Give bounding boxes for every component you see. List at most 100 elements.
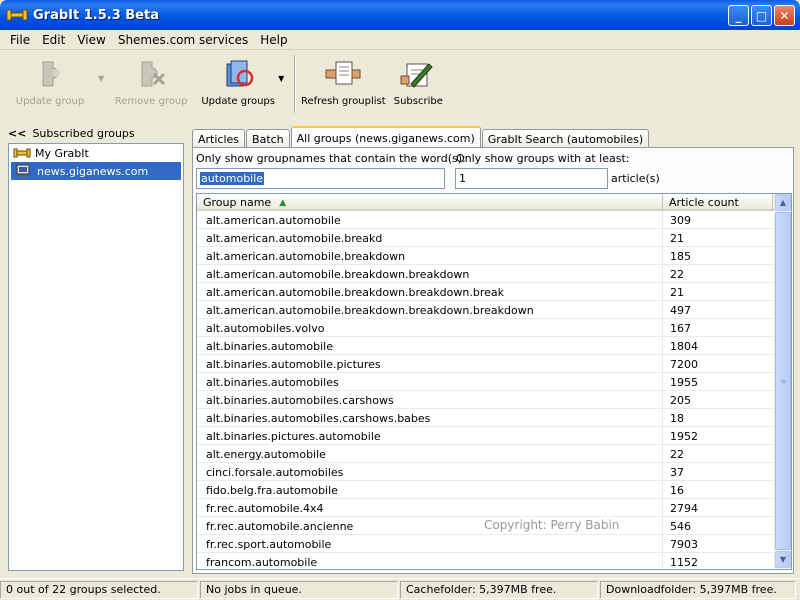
table-row[interactable]: alt.binaries.automobiles.carshows.babes 1… xyxy=(197,409,791,427)
article-count-cell: 22 xyxy=(670,267,684,281)
column-header-group-name[interactable]: Group name ▲ xyxy=(197,194,663,211)
menu-view[interactable]: View xyxy=(71,33,111,47)
article-count-cell: 16 xyxy=(670,483,684,497)
table-row[interactable]: alt.american.automobile.breakdown 185 xyxy=(197,247,791,265)
table-row[interactable]: alt.american.automobile.breakdown.breakd… xyxy=(197,301,791,319)
remove-group-button[interactable]: Remove group xyxy=(110,52,192,116)
group-name-cell: alt.binaries.automobile.pictures xyxy=(197,355,663,373)
groups-table: Group name ▲ Article count alt.american.… xyxy=(196,193,792,570)
close-button[interactable]: ✕ xyxy=(774,5,795,26)
min-articles-value: 1 xyxy=(459,172,466,185)
all-groups-panel: Only show groupnames that contain the wo… xyxy=(192,147,794,574)
article-count-cell: 185 xyxy=(670,249,691,263)
update-group-dropdown-icon[interactable]: ▼ xyxy=(98,74,104,83)
column-header-label: Group name xyxy=(203,196,272,209)
update-group-button[interactable]: Update group xyxy=(4,52,96,116)
table-row[interactable]: alt.binaries.automobiles 1955 xyxy=(197,373,791,391)
table-row[interactable]: alt.american.automobile 309 xyxy=(197,211,791,229)
article-count-cell: 1952 xyxy=(670,429,698,443)
vertical-scrollbar[interactable]: ▲ ≡ ▼ xyxy=(774,194,791,569)
tab-all-groups[interactable]: All groups (news.giganews.com) xyxy=(290,126,481,148)
article-count-cell: 205 xyxy=(670,393,691,407)
article-count-cell: 21 xyxy=(670,231,684,245)
group-name-cell: alt.american.automobile.breakdown.breakd… xyxy=(197,283,663,301)
refresh-grouplist-button[interactable]: Refresh grouplist xyxy=(300,52,386,116)
update-groups-button[interactable]: Update groups xyxy=(200,52,276,116)
menu-help[interactable]: Help xyxy=(254,33,293,47)
group-name-cell: alt.binaries.automobiles xyxy=(197,373,663,391)
tab-strip: Articles Batch All groups (news.giganews… xyxy=(192,126,650,148)
article-count-cell: 7903 xyxy=(670,537,698,551)
tab-batch[interactable]: Batch xyxy=(246,129,290,148)
table-row[interactable]: alt.energy.automobile 22 xyxy=(197,445,791,463)
group-name-cell: alt.american.automobile xyxy=(197,211,663,229)
groupname-filter-label: Only show groupnames that contain the wo… xyxy=(196,152,466,165)
server-icon xyxy=(16,164,30,177)
scroll-thumb[interactable]: ≡ xyxy=(775,212,791,550)
remove-group-icon xyxy=(141,61,166,87)
table-row[interactable]: cinci.forsale.automobiles 37 xyxy=(197,463,791,481)
article-count-cell: 37 xyxy=(670,465,684,479)
table-row[interactable]: alt.binaries.automobile.pictures 7200 xyxy=(197,355,791,373)
tab-articles[interactable]: Articles xyxy=(192,129,246,148)
title-bar: GrabIt 1.5.3 Beta _ □ ✕ xyxy=(0,0,800,30)
minimize-button[interactable]: _ xyxy=(728,5,749,26)
article-count-cell: 1804 xyxy=(670,339,698,353)
groupname-filter-input[interactable]: automobile xyxy=(196,168,445,189)
scroll-up-button[interactable]: ▲ xyxy=(775,194,791,211)
column-header-article-count[interactable]: Article count xyxy=(663,194,773,211)
group-name-cell: alt.binaries.pictures.automobile xyxy=(197,427,663,445)
table-row[interactable]: alt.automobiles.volvo 167 xyxy=(197,319,791,337)
subscribe-icon xyxy=(400,63,434,88)
tree-node-my-grabit[interactable]: My GrabIt xyxy=(9,144,183,162)
table-row[interactable]: alt.american.automobile.breakdown.breakd… xyxy=(197,283,791,301)
toolbar-separator xyxy=(294,55,297,113)
status-selection: 0 out of 22 groups selected. xyxy=(0,580,198,599)
group-name-cell: alt.energy.automobile xyxy=(197,445,663,463)
table-row[interactable]: alt.american.automobile.breakdown.breakd… xyxy=(197,265,791,283)
maximize-button[interactable]: □ xyxy=(751,5,772,26)
table-row[interactable]: francom.automobile 1152 xyxy=(197,553,791,569)
tree-node-label: My GrabIt xyxy=(35,146,89,160)
subscribe-button[interactable]: Subscribe xyxy=(386,52,450,116)
update-groups-icon xyxy=(226,60,254,87)
table-row[interactable]: alt.binaries.automobile 1804 xyxy=(197,337,791,355)
group-name-cell: alt.american.automobile.breakd xyxy=(197,229,663,247)
article-count-cell: 21 xyxy=(670,285,684,299)
update-group-icon xyxy=(42,61,60,87)
group-name-cell: alt.binaries.automobiles.carshows.babes xyxy=(197,409,663,427)
refresh-grouplist-icon xyxy=(325,61,361,85)
update-group-label: Update group xyxy=(15,96,85,107)
window-title: GrabIt 1.5.3 Beta xyxy=(33,7,159,23)
collapse-panel-button[interactable]: << xyxy=(8,127,26,140)
update-groups-label: Update groups xyxy=(201,96,275,107)
menu-file[interactable]: File xyxy=(4,33,36,47)
article-count-cell: 546 xyxy=(670,519,691,533)
subscribed-groups-title: Subscribed groups xyxy=(32,126,135,140)
min-articles-label: Only show groups with at least: xyxy=(456,152,630,165)
table-row[interactable]: alt.binaries.pictures.automobile 1952 xyxy=(197,427,791,445)
table-header: Group name ▲ Article count xyxy=(197,194,791,211)
table-row[interactable]: alt.binaries.automobiles.carshows 205 xyxy=(197,391,791,409)
grip-icon: ≡ xyxy=(780,377,787,386)
scroll-down-button[interactable]: ▼ xyxy=(775,551,791,568)
table-row[interactable]: fr.rec.sport.automobile 7903 xyxy=(197,535,791,553)
tree-node-server[interactable]: news.giganews.com xyxy=(11,162,181,180)
menu-shemes-services[interactable]: Shemes.com services xyxy=(112,33,254,47)
status-bar: 0 out of 22 groups selected. No jobs in … xyxy=(0,578,800,600)
group-name-cell: fr.rec.automobile.4x4 xyxy=(197,499,663,517)
table-row[interactable]: alt.american.automobile.breakd 21 xyxy=(197,229,791,247)
table-row[interactable]: fr.rec.automobile.4x4 2794 xyxy=(197,499,791,517)
min-articles-input[interactable]: 1 xyxy=(455,168,608,189)
groups-tree: My GrabIt news.giganews.com xyxy=(8,143,184,571)
menu-bar: File Edit View Shemes.com services Help xyxy=(0,30,800,50)
tab-grabit-search[interactable]: GrabIt Search (automobiles) xyxy=(481,129,650,148)
menu-edit[interactable]: Edit xyxy=(36,33,71,47)
toolbar: Update group ▼ Remove group Update group… xyxy=(4,52,796,118)
table-body: alt.american.automobile 309 alt.american.a… xyxy=(197,211,791,569)
group-name-cell: alt.binaries.automobiles.carshows xyxy=(197,391,663,409)
group-name-cell: alt.american.automobile.breakdown.breakd… xyxy=(197,301,663,319)
table-row[interactable]: fido.belg.fra.automobile 16 xyxy=(197,481,791,499)
article-count-cell: 7200 xyxy=(670,357,698,371)
update-groups-dropdown-icon[interactable]: ▼ xyxy=(278,74,284,83)
